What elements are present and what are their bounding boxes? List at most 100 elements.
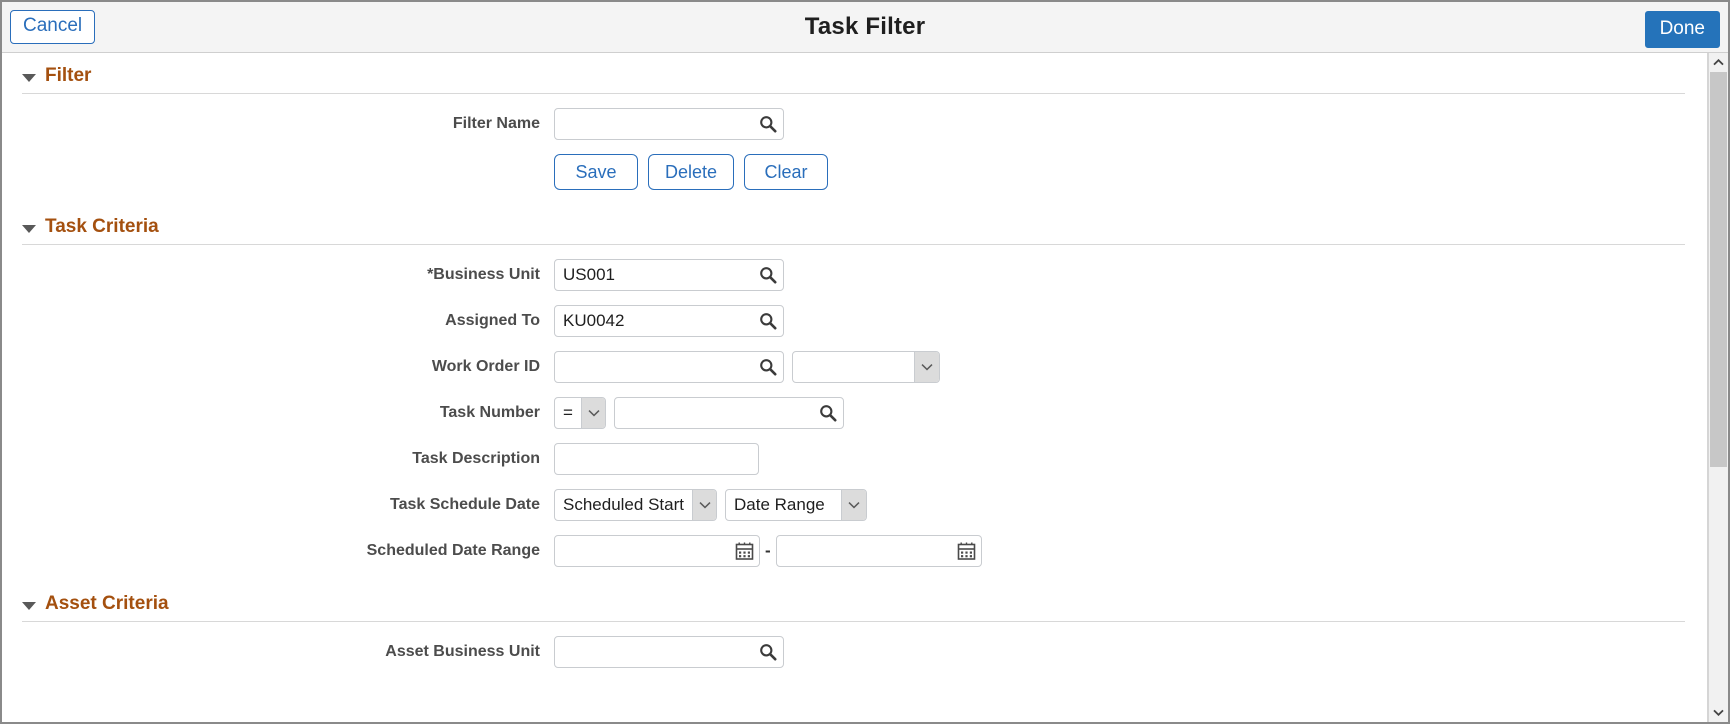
scroll-down-button[interactable] bbox=[1709, 703, 1728, 722]
row-scheduled-date-range: Scheduled Date Range - bbox=[2, 535, 1707, 567]
row-filter-name: Filter Name bbox=[2, 108, 1707, 140]
label-asset-business-unit: Asset Business Unit bbox=[385, 643, 540, 660]
calendar-icon[interactable] bbox=[957, 542, 976, 561]
filter-section-body: Filter Name Save Delete Clear bbox=[2, 94, 1707, 190]
business-unit-input[interactable] bbox=[554, 259, 784, 291]
filter-name-input[interactable] bbox=[554, 108, 784, 140]
delete-button[interactable]: Delete bbox=[648, 154, 735, 190]
task-number-operator-value: = bbox=[563, 403, 573, 422]
section-title-asset-criteria: Asset Criteria bbox=[45, 593, 169, 614]
work-order-id-input[interactable] bbox=[554, 351, 784, 383]
section-asset-criteria: Asset Criteria Asset Business Unit bbox=[2, 581, 1707, 668]
search-icon[interactable] bbox=[759, 266, 777, 284]
task-number-field-wrap bbox=[614, 397, 844, 429]
asset-business-unit-input[interactable] bbox=[554, 636, 784, 668]
business-unit-field-wrap bbox=[554, 259, 784, 291]
chevron-down-icon bbox=[1713, 709, 1724, 716]
label-work-order-id: Work Order ID bbox=[431, 358, 540, 375]
caret-down-icon bbox=[22, 224, 36, 233]
asset-criteria-body: Asset Business Unit bbox=[2, 622, 1707, 668]
work-order-type-select-value bbox=[793, 352, 914, 382]
filter-action-buttons: Save Delete Clear bbox=[554, 154, 838, 190]
row-assigned-to: Assigned To bbox=[2, 305, 1707, 337]
search-icon[interactable] bbox=[759, 312, 777, 330]
section-title-filter: Filter bbox=[45, 65, 92, 86]
task-criteria-body: *Business Unit US001 Assigned To KU0042 … bbox=[2, 245, 1707, 567]
section-filter: Filter Filter Name Save Delete Clear bbox=[2, 53, 1707, 190]
window-header: Cancel Task Filter Done bbox=[2, 2, 1728, 53]
row-business-unit: *Business Unit bbox=[2, 259, 1707, 291]
scheduled-date-from-wrap bbox=[554, 535, 760, 567]
fields-assigned-to bbox=[554, 305, 784, 337]
label-task-schedule-date: Task Schedule Date bbox=[390, 496, 540, 513]
task-schedule-date-type-select[interactable]: Scheduled Start bbox=[554, 489, 717, 521]
work-order-type-select[interactable] bbox=[792, 351, 940, 383]
task-schedule-date-range-value: Date Range bbox=[734, 495, 825, 514]
caret-down-icon bbox=[22, 73, 36, 82]
row-work-order-id: Work Order ID bbox=[2, 351, 1707, 383]
label-task-description: Task Description bbox=[412, 450, 540, 467]
filter-form: Filter Filter Name Save Delete Clear Tas… bbox=[2, 53, 1707, 668]
filter-name-field-wrap bbox=[554, 108, 784, 140]
section-header-filter[interactable]: Filter bbox=[2, 53, 1707, 93]
task-number-input[interactable] bbox=[614, 397, 844, 429]
search-icon[interactable] bbox=[759, 358, 777, 376]
chevron-down-icon bbox=[841, 490, 866, 520]
page-title: Task Filter bbox=[804, 13, 926, 40]
label-filter-name: Filter Name bbox=[452, 115, 540, 132]
scrollbar-thumb[interactable] bbox=[1710, 72, 1727, 467]
cancel-button[interactable]: Cancel bbox=[10, 10, 96, 44]
search-icon[interactable] bbox=[759, 643, 777, 661]
content-area: Filter Filter Name Save Delete Clear Tas… bbox=[2, 53, 1728, 722]
task-schedule-date-type-value: Scheduled Start bbox=[563, 495, 684, 514]
fields-task-schedule-date: Scheduled Start Date Range bbox=[554, 489, 867, 521]
fields-asset-business-unit bbox=[554, 636, 784, 668]
assigned-to-field-wrap bbox=[554, 305, 784, 337]
chevron-up-icon bbox=[1713, 59, 1724, 66]
search-icon[interactable] bbox=[759, 115, 777, 133]
fields-business-unit bbox=[554, 259, 784, 291]
calendar-icon[interactable] bbox=[735, 542, 754, 561]
date-range-separator: - bbox=[765, 541, 771, 560]
fields-filter-name bbox=[554, 108, 784, 140]
task-description-input[interactable] bbox=[554, 443, 759, 475]
label-assigned-to: Assigned To bbox=[445, 312, 540, 329]
fields-work-order-id bbox=[554, 351, 940, 383]
work-order-id-field-wrap bbox=[554, 351, 784, 383]
fields-scheduled-date-range: - bbox=[554, 535, 982, 567]
chevron-down-icon bbox=[914, 352, 939, 382]
row-task-schedule-date: Task Schedule Date Scheduled Start Date … bbox=[2, 489, 1707, 521]
vertical-scrollbar[interactable] bbox=[1708, 53, 1728, 722]
asset-business-unit-field-wrap bbox=[554, 636, 784, 668]
section-header-asset-criteria[interactable]: Asset Criteria bbox=[2, 581, 1707, 621]
scheduled-date-from-input[interactable] bbox=[554, 535, 760, 567]
section-title-task-criteria: Task Criteria bbox=[45, 216, 159, 237]
chevron-down-icon bbox=[580, 398, 605, 428]
save-button[interactable]: Save bbox=[554, 154, 638, 190]
task-schedule-date-range-select[interactable]: Date Range bbox=[725, 489, 867, 521]
fields-task-description bbox=[554, 443, 759, 475]
caret-down-icon bbox=[22, 601, 36, 610]
section-header-task-criteria[interactable]: Task Criteria bbox=[2, 204, 1707, 244]
chevron-down-icon bbox=[691, 490, 716, 520]
filter-form-scroll-region: Filter Filter Name Save Delete Clear Tas… bbox=[2, 53, 1708, 722]
fields-task-number: = bbox=[554, 397, 844, 429]
row-task-number: Task Number = bbox=[2, 397, 1707, 429]
task-number-operator-select[interactable]: = bbox=[554, 397, 606, 429]
done-button[interactable]: Done bbox=[1644, 11, 1720, 48]
task-filter-window: Cancel Task Filter Done Filter Filter Na… bbox=[0, 0, 1730, 724]
scheduled-date-to-input[interactable] bbox=[775, 535, 982, 567]
scrollbar-track[interactable] bbox=[1709, 72, 1728, 703]
label-business-unit: *Business Unit bbox=[427, 266, 540, 283]
row-task-description: Task Description bbox=[2, 443, 1707, 475]
row-asset-business-unit: Asset Business Unit bbox=[2, 636, 1707, 668]
scroll-up-button[interactable] bbox=[1709, 53, 1728, 72]
section-task-criteria: Task Criteria *Business Unit US001 Assig… bbox=[2, 204, 1707, 567]
search-icon[interactable] bbox=[819, 404, 837, 422]
assigned-to-input[interactable] bbox=[554, 305, 784, 337]
label-task-number: Task Number bbox=[439, 404, 540, 421]
row-filter-actions: Save Delete Clear bbox=[2, 154, 1707, 190]
clear-button[interactable]: Clear bbox=[744, 154, 829, 190]
label-scheduled-date-range: Scheduled Date Range bbox=[366, 542, 540, 559]
scheduled-date-to-wrap bbox=[775, 535, 982, 567]
